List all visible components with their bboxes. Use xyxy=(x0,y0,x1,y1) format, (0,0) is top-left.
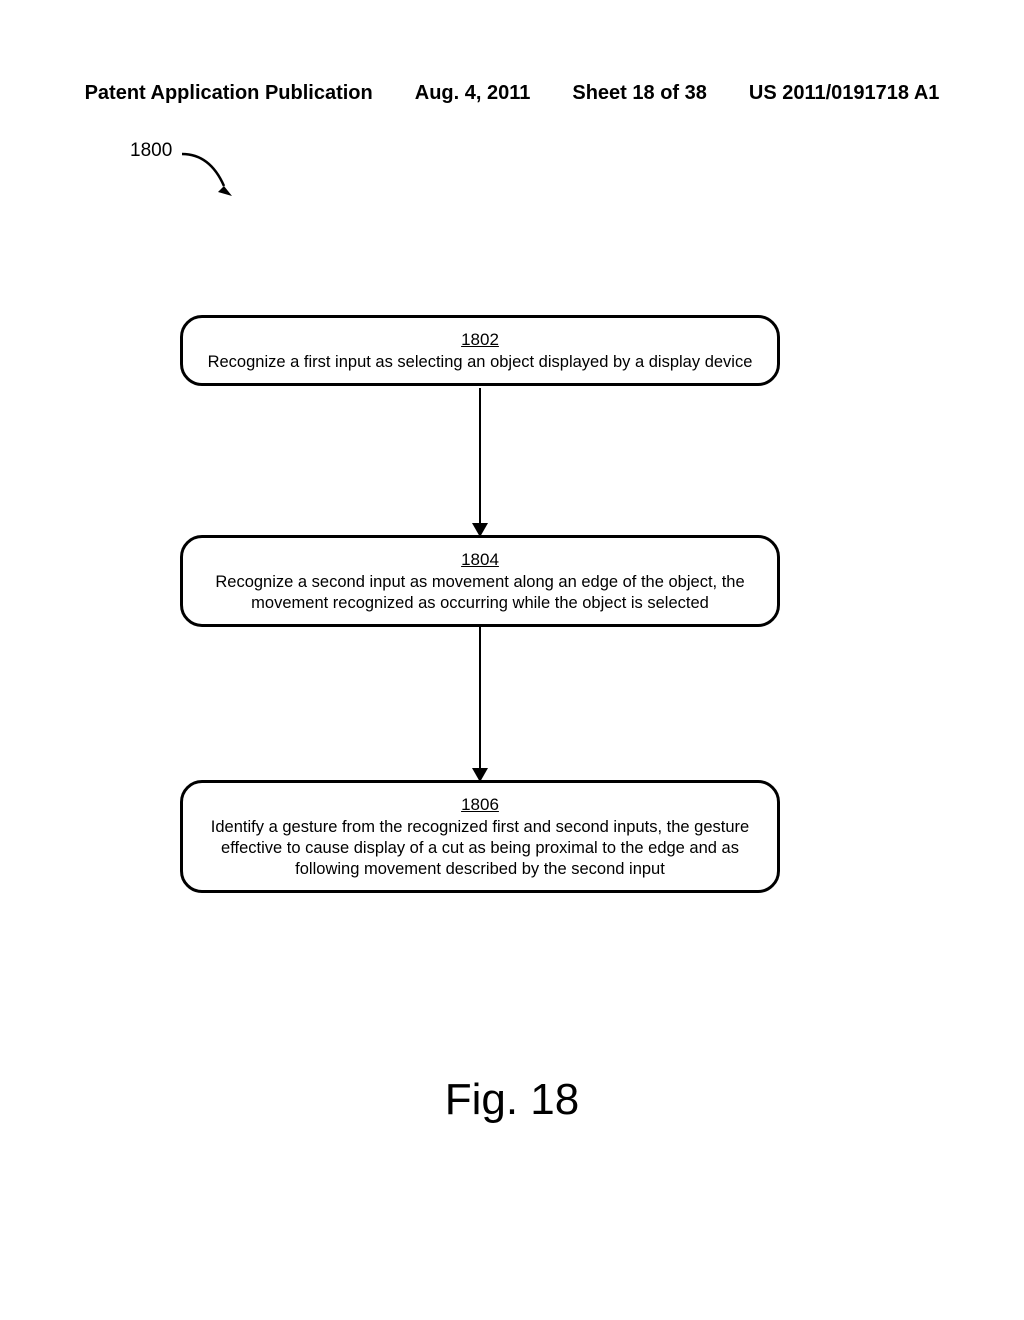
publication-number: US 2011/0191718 A1 xyxy=(749,82,940,105)
step-number: 1804 xyxy=(201,550,759,570)
page-header: Patent Application Publication Aug. 4, 2… xyxy=(0,82,1024,105)
flow-step-1806: 1806 Identify a gesture from the recogni… xyxy=(180,780,780,893)
publication-date: Aug. 4, 2011 xyxy=(415,82,531,105)
step-text: Recognize a second input as movement alo… xyxy=(215,573,744,612)
connector-line xyxy=(479,625,481,775)
step-number: 1806 xyxy=(201,795,759,815)
reference-pointer-arrow xyxy=(180,152,240,202)
publication-type: Patent Application Publication xyxy=(85,82,373,105)
page: Patent Application Publication Aug. 4, 2… xyxy=(0,0,1024,1320)
step-text: Identify a gesture from the recognized f… xyxy=(211,818,749,878)
reference-label-1800: 1800 xyxy=(130,140,172,162)
header-row: Patent Application Publication Aug. 4, 2… xyxy=(0,82,1024,105)
flow-step-1804: 1804 Recognize a second input as movemen… xyxy=(180,535,780,627)
sheet-number: Sheet 18 of 38 xyxy=(572,82,707,105)
step-number: 1802 xyxy=(201,330,759,350)
step-text: Recognize a first input as selecting an … xyxy=(208,353,753,371)
connector-line xyxy=(479,388,481,530)
figure-label: Fig. 18 xyxy=(0,1075,1024,1125)
flow-step-1802: 1802 Recognize a first input as selectin… xyxy=(180,315,780,386)
